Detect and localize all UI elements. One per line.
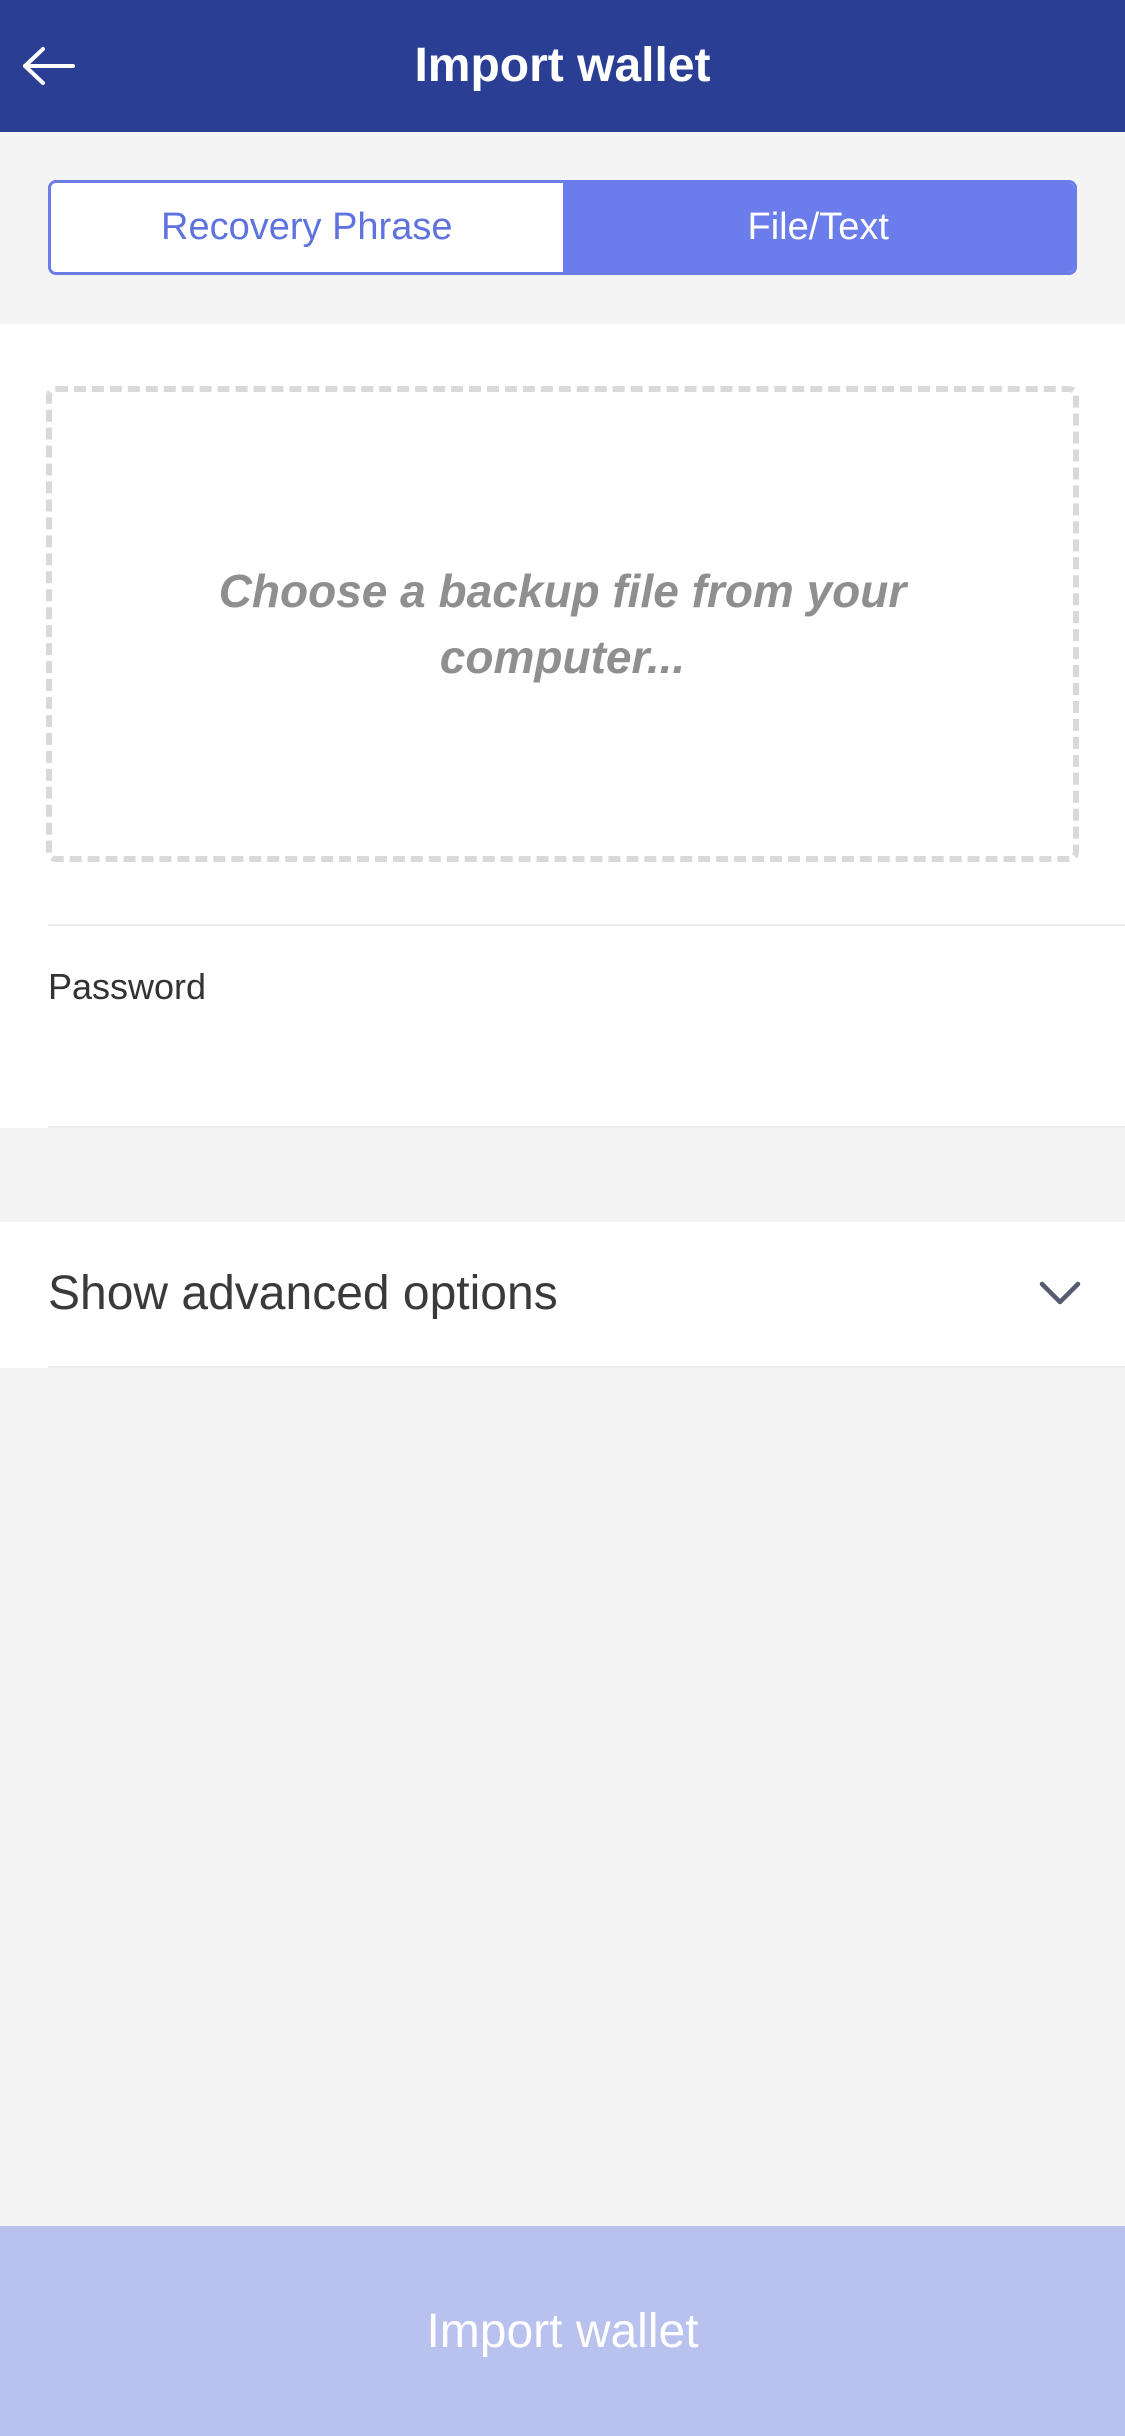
divider — [48, 1366, 1125, 1368]
chevron-down-icon — [1035, 1268, 1085, 1318]
divider — [48, 1126, 1125, 1128]
tab-recovery-phrase[interactable]: Recovery Phrase — [51, 183, 563, 272]
import-wallet-button[interactable]: Import wallet — [0, 2226, 1125, 2436]
password-label: Password — [48, 966, 207, 1007]
import-method-tabs: Recovery Phrase File/Text — [48, 180, 1077, 275]
advanced-options-toggle[interactable]: Show advanced options — [0, 1222, 1125, 1368]
backup-file-dropzone[interactable]: Choose a backup file from your computer.… — [46, 386, 1079, 862]
advanced-options-label: Show advanced options — [48, 1267, 558, 1320]
password-field[interactable] — [48, 1024, 1078, 1114]
page-title: Import wallet — [414, 39, 711, 92]
tab-file-text[interactable]: File/Text — [562, 183, 1074, 272]
divider — [48, 924, 1125, 926]
import-form-card: Choose a backup file from your computer.… — [0, 324, 1125, 1128]
app-header: Import wallet — [0, 0, 1125, 132]
tabs-area: Recovery Phrase File/Text — [0, 132, 1125, 324]
dropzone-text: Choose a backup file from your computer.… — [218, 565, 907, 683]
